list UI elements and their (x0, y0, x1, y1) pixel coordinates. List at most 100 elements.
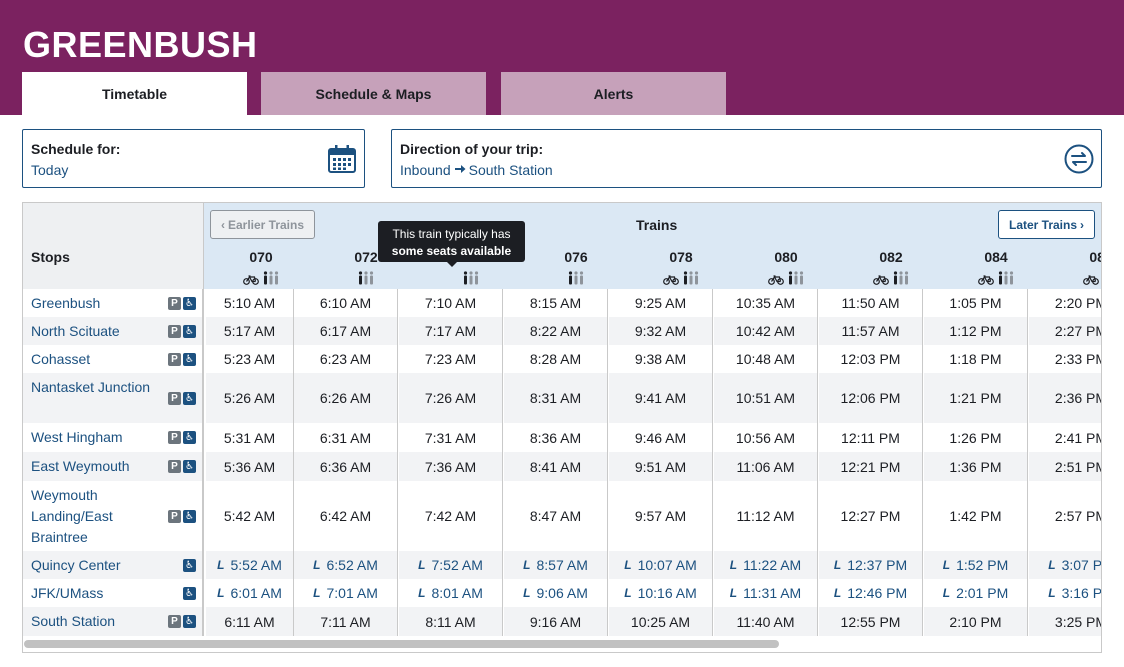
stop-name-link[interactable]: South Station (31, 611, 171, 632)
time-value: 3:16 PM (1061, 585, 1102, 601)
time-cell: 8:36 AM (504, 423, 608, 452)
stop-name-link[interactable]: Cohasset (31, 349, 171, 370)
train-icons (1049, 271, 1101, 290)
crowding-icon[interactable] (358, 271, 374, 290)
time-cell: 5:23 AM (206, 345, 294, 373)
swap-direction-icon[interactable] (1064, 144, 1094, 179)
chevron-right-icon: › (1080, 217, 1085, 232)
flag-stop-icon: L (1048, 558, 1056, 572)
time-value: 8:47 AM (529, 508, 582, 524)
time-cell: 7:31 AM (399, 423, 503, 452)
flag-stop-icon: L (1048, 586, 1056, 600)
time-cell: 6:10 AM (294, 289, 398, 317)
tab-alerts[interactable]: Alerts (501, 72, 726, 115)
crowding-icon[interactable] (788, 271, 804, 290)
earlier-trains-button[interactable]: ‹ Earlier Trains (210, 210, 315, 239)
time-cell: 2:10 PM (924, 607, 1028, 636)
tab-timetable[interactable]: Timetable (22, 72, 247, 115)
tooltip-line2-text: some seats available (391, 244, 512, 258)
timetable: Stops ‹ Earlier Trains Trains Later Trai… (22, 202, 1102, 653)
time-cell: 11:40 AM (714, 607, 818, 636)
crowding-icon[interactable] (263, 271, 279, 290)
time-value: 1:05 PM (949, 295, 1002, 311)
time-value: 7:17 AM (424, 323, 477, 339)
crowding-icon[interactable] (683, 271, 699, 290)
time-value: 6:17 AM (319, 323, 372, 339)
time-cell: 6:36 AM (294, 452, 398, 481)
table-row: JFK/UMass ♿ L 6:01 AM L 7:01 AM L 8:01 AM L 9:06 … (23, 579, 1102, 607)
bike-icon (978, 272, 994, 290)
time-cell: 12:06 PM (819, 373, 923, 423)
time-cell: 7:11 AM (294, 607, 398, 636)
time-value: 6:10 AM (319, 295, 372, 311)
train-number: 080 (774, 249, 798, 265)
crowding-icon[interactable] (893, 271, 909, 290)
time-cell: 2:57 PM (1029, 481, 1101, 551)
flag-stop-icon: L (729, 586, 738, 600)
stop-name-link[interactable]: Greenbush (31, 293, 171, 314)
crowding-icon[interactable] (568, 271, 584, 290)
crowding-icon[interactable] (998, 271, 1014, 290)
time-cell: 10:56 AM (714, 423, 818, 452)
flag-stop-icon: L (833, 586, 842, 600)
accessible-icon: ♿ (183, 460, 196, 473)
bike-icon (873, 272, 889, 290)
time-value: 2:51 PM (1054, 458, 1102, 475)
direction-from: Inbound (400, 162, 451, 178)
time-value: 1:21 PM (949, 390, 1002, 406)
table-row: East Weymouth P ♿ 5:36 AM 6:36 AM 7:36 AM 8:41… (23, 452, 1102, 481)
parking-icon: P (168, 431, 181, 444)
stop-name-link[interactable]: Nantasket Junction (31, 377, 171, 398)
stop-name-link[interactable]: East Weymouth (31, 456, 171, 477)
flag-stop-icon: L (523, 558, 531, 572)
stop-badges: P ♿ (168, 460, 196, 473)
time-cell: L 3:16 PM (1029, 579, 1102, 607)
direction-value: Inbound South Station (400, 162, 553, 178)
crowding-icon[interactable] (463, 271, 479, 290)
time-cell: 11:06 AM (714, 452, 818, 481)
time-value: 6:01 AM (230, 585, 282, 601)
schedule-for-selector[interactable]: Schedule for: Today (22, 129, 365, 188)
time-cell: 12:21 PM (819, 452, 923, 481)
time-value: 5:36 AM (223, 458, 276, 475)
stop-name-link[interactable]: JFK/UMass (31, 583, 171, 604)
time-cell: 3:25 PM (1029, 607, 1101, 636)
time-cell: 8:41 AM (504, 452, 608, 481)
stop-cell: Weymouth Landing/East Braintree P ♿ (23, 481, 204, 551)
stop-name-link[interactable]: West Hingham (31, 427, 171, 448)
time-value: 5:26 AM (223, 390, 276, 406)
time-value: 2:27 PM (1054, 323, 1102, 339)
time-value: 8:15 AM (529, 295, 582, 311)
stop-cell: North Scituate P ♿ (23, 317, 204, 345)
time-cell: L 3:07 PM (1029, 551, 1101, 579)
train-number: 082 (879, 249, 903, 265)
line-title: GREENBUSH (23, 24, 258, 65)
time-cell: 12:03 PM (819, 345, 923, 373)
time-cell: 6:23 AM (294, 345, 398, 373)
time-cell: 10:42 AM (714, 317, 818, 345)
time-cell: 6:11 AM (206, 607, 294, 636)
flag-stop-icon: L (624, 558, 632, 572)
time-value: 6:26 AM (319, 390, 372, 406)
time-cell: 7:26 AM (399, 373, 503, 423)
tab-schedule-maps[interactable]: Schedule & Maps (261, 72, 486, 115)
stops-header-label: Stops (31, 249, 70, 265)
stop-name-link[interactable]: Weymouth Landing/East Braintree (31, 485, 171, 548)
time-value: 12:03 PM (840, 351, 901, 367)
time-value: 11:40 AM (736, 613, 795, 630)
flag-stop-icon: L (313, 586, 321, 600)
table-row: Greenbush P ♿ 5:10 AM 6:10 AM 7:10 AM 8:15 AM 9… (23, 289, 1101, 317)
train-icons (839, 271, 943, 290)
stop-cell: West Hingham P ♿ (23, 423, 204, 452)
table-row: Cohasset P ♿ 5:23 AM 6:23 AM 7:23 AM 8:28 AM 9:… (23, 345, 1101, 373)
train-icons (734, 271, 838, 290)
stop-name-link[interactable]: North Scituate (31, 321, 171, 342)
time-cell: 2:51 PM (1029, 452, 1102, 481)
time-value: 7:36 AM (424, 458, 477, 475)
later-trains-button[interactable]: Later Trains › (998, 210, 1095, 239)
time-value: 1:52 PM (956, 557, 1009, 573)
direction-selector[interactable]: Direction of your trip: Inbound South St… (391, 129, 1102, 188)
horizontal-scrollbar[interactable] (24, 640, 779, 648)
arrow-right-icon (454, 162, 466, 178)
stop-name-link[interactable]: Quincy Center (31, 555, 171, 576)
